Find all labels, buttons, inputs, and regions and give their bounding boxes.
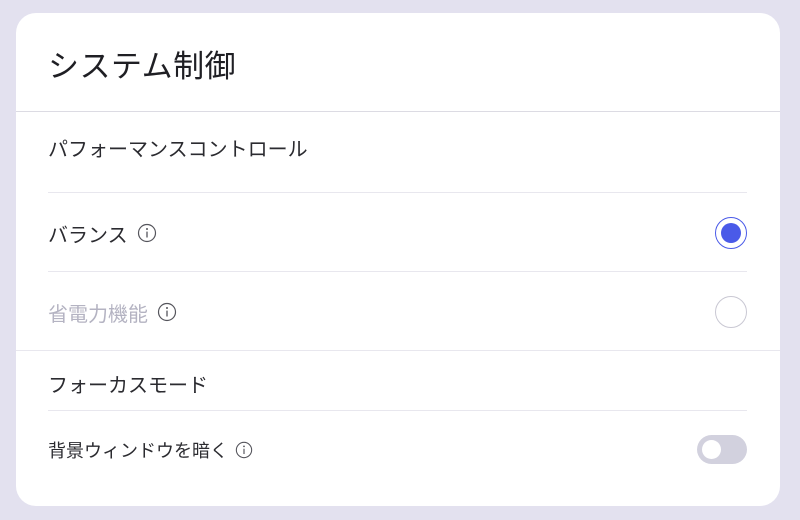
info-icon[interactable] — [137, 223, 157, 243]
power-saving-radio[interactable] — [715, 296, 747, 328]
info-icon[interactable] — [235, 441, 253, 459]
option-power-saving[interactable]: 省電力機能 — [48, 296, 747, 328]
option-balance[interactable]: バランス — [48, 217, 747, 249]
panel-title: システム制御 — [48, 49, 237, 85]
setting-dim-background-label-group: 背景ウィンドウを暗く — [48, 437, 253, 463]
option-power-saving-label: 省電力機能 — [48, 301, 148, 326]
system-control-panel: システム制御 パフォーマンスコントロール バランス 省電力機能 フォーカスモード… — [16, 13, 780, 506]
divider — [48, 192, 747, 193]
setting-dim-background[interactable]: 背景ウィンドウを暗く — [48, 435, 747, 464]
option-balance-label-group: バランス — [48, 219, 157, 248]
setting-dim-background-label: 背景ウィンドウを暗く — [48, 440, 228, 462]
focus-mode-heading: フォーカスモード — [48, 373, 208, 397]
toggle-knob — [702, 440, 721, 459]
info-icon[interactable] — [157, 302, 177, 322]
option-power-saving-label-group: 省電力機能 — [48, 298, 177, 327]
option-balance-label: バランス — [48, 222, 128, 247]
panel-header: システム制御 — [16, 13, 780, 112]
divider — [48, 271, 747, 272]
divider — [48, 410, 747, 411]
dim-background-toggle[interactable] — [697, 435, 747, 464]
performance-control-heading: パフォーマンスコントロール — [48, 137, 308, 161]
section-divider — [16, 350, 780, 351]
balance-radio[interactable] — [715, 217, 747, 249]
